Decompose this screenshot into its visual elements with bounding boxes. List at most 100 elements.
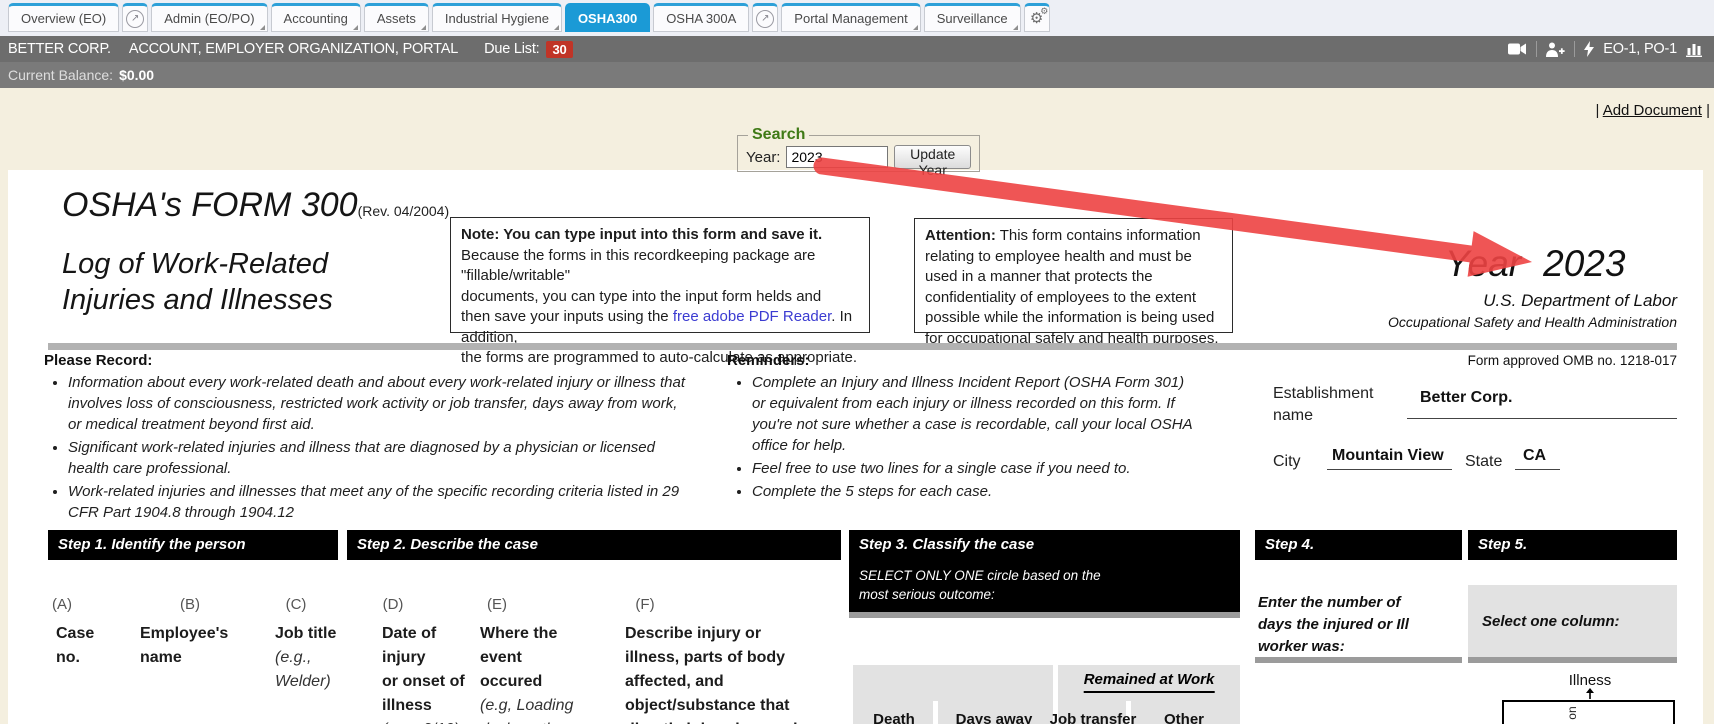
death-column-label: Death xyxy=(873,711,915,724)
col-line: object/substance that xyxy=(625,694,806,718)
dropdown-corner-icon xyxy=(260,25,265,30)
due-list-count-badge[interactable]: 30 xyxy=(546,41,572,58)
attention-title: Attention: xyxy=(925,227,996,244)
tab-accounting[interactable]: Accounting xyxy=(271,3,361,32)
step3-shadow xyxy=(849,612,1240,618)
col-hint: (e.g., 2/10) xyxy=(382,718,465,724)
add-person-icon[interactable] xyxy=(1546,42,1565,57)
dropdown-corner-icon xyxy=(421,25,426,30)
tab-assets[interactable]: Assets xyxy=(364,3,429,32)
step5-instructions: Select one column: xyxy=(1482,613,1620,630)
top-tab-bar: Overview (EO) ↗ Admin (EO/PO) Accounting… xyxy=(0,0,1714,36)
step1-header: Step 1. Identify the person xyxy=(48,530,338,560)
tab-industrial-hygiene[interactable]: Industrial Hygiene xyxy=(432,3,562,32)
tab-osha300-active[interactable]: OSHA300 xyxy=(565,3,650,32)
tab-osha300a[interactable]: OSHA 300A xyxy=(653,3,749,32)
attention-box: Attention: This form contains informatio… xyxy=(914,218,1233,333)
step3-subtext-line2: most serious outcome: xyxy=(859,585,1240,604)
step4-instructions-line1: Enter the number of xyxy=(1258,592,1409,614)
column-header-describe-injury: Describe injury or illness, parts of bod… xyxy=(625,622,806,724)
search-row: Year: Update Year xyxy=(746,145,971,169)
step5-shadow xyxy=(1468,657,1677,663)
city-value[interactable]: Mountain View xyxy=(1332,447,1444,465)
note-title: Note: You can type input into this form … xyxy=(461,225,859,246)
attention-body: This form contains information relating … xyxy=(925,227,1219,347)
due-list-label: Due List: xyxy=(484,41,539,57)
col-line: Case xyxy=(56,622,94,646)
note-box: Note: You can type input into this form … xyxy=(450,217,870,333)
form-year-heading: Year2023 xyxy=(1445,243,1625,285)
department-of-labor: U.S. Department of Labor xyxy=(1483,291,1677,311)
col-line: Where the xyxy=(480,622,573,646)
bar-chart-icon[interactable] xyxy=(1686,41,1704,57)
col-line: or onset of xyxy=(382,670,465,694)
col-hint: dock north xyxy=(480,718,573,724)
pdf-reader-link[interactable]: free adobe PDF Reader xyxy=(673,308,831,325)
lightning-icon[interactable] xyxy=(1584,41,1594,57)
tab-osha300a-popout-button[interactable]: ↗ xyxy=(752,3,778,32)
column-header-where-event-occured: Where the event occured (e.g, Loading do… xyxy=(480,622,573,724)
col-line: Employee's xyxy=(140,622,228,646)
add-document-bar: | Add Document | xyxy=(1595,102,1710,119)
tab-surveillance[interactable]: Surveillance xyxy=(924,3,1021,32)
column-letter-f: (F) xyxy=(635,596,654,613)
tab-overview-eo[interactable]: Overview (EO) xyxy=(8,3,119,32)
pipe: | xyxy=(1595,102,1599,119)
tab-label: Overview (EO) xyxy=(21,11,106,26)
divider xyxy=(1536,41,1537,57)
section-divider xyxy=(48,343,1677,350)
column-letter-d: (D) xyxy=(383,596,404,613)
year-word: Year xyxy=(1445,243,1521,284)
col-hint: (e.g., xyxy=(275,646,336,670)
col-line: injury xyxy=(382,646,465,670)
step5-select-box: Select one column: xyxy=(1468,585,1677,660)
org-bar-actions: EO-1, PO-1 xyxy=(1508,41,1706,57)
year-input[interactable] xyxy=(786,146,888,168)
gears-icon: ⚙⚙ xyxy=(1030,11,1043,26)
balance-value: $0.00 xyxy=(119,67,154,83)
form-subtitle-line2: Injuries and Illnesses xyxy=(62,282,333,318)
reminders-bullet: Feel free to use two lines for a single … xyxy=(752,458,1200,479)
column-header-employee-name: Employee's name xyxy=(140,622,228,670)
step4-instructions-line2: days the injured or Ill xyxy=(1258,614,1409,636)
please-record-bullet: Information about every work-related dea… xyxy=(68,372,693,435)
note-line-text: then save your inputs using the xyxy=(461,308,673,325)
osha-administration: Occupational Safety and Health Administr… xyxy=(1388,314,1677,330)
org-context: ACCOUNT, EMPLOYER ORGANIZATION, PORTAL xyxy=(129,41,458,57)
tab-label: Admin (EO/PO) xyxy=(164,11,254,26)
city-underline xyxy=(1327,469,1452,470)
update-year-button[interactable]: Update Year xyxy=(894,145,971,169)
col-line: name xyxy=(140,646,228,670)
step5-header: Step 5. xyxy=(1468,530,1677,560)
omb-approval: Form approved OMB no. 1218-017 xyxy=(1468,353,1677,368)
add-document-link[interactable]: Add Document xyxy=(1603,102,1702,119)
tab-admin-eopo[interactable]: Admin (EO/PO) xyxy=(151,3,267,32)
video-camera-icon[interactable] xyxy=(1508,42,1527,56)
tab-portal-management[interactable]: Portal Management xyxy=(781,3,920,32)
tab-overview-popout-button[interactable]: ↗ xyxy=(122,3,148,32)
col-line: Job title xyxy=(275,622,336,646)
column-letter-b: (B) xyxy=(180,596,200,613)
please-record-title: Please Record: xyxy=(44,352,152,369)
col-line: occured xyxy=(480,670,573,694)
establishment-value[interactable]: Better Corp. xyxy=(1420,389,1512,407)
other-column-label: Other xyxy=(1164,711,1204,724)
settings-gears-button[interactable]: ⚙⚙ xyxy=(1024,3,1050,32)
please-record-bullet: Work-related injuries and illnesses that… xyxy=(68,481,693,523)
osha300-page: Overview (EO) ↗ Admin (EO/PO) Accounting… xyxy=(0,0,1714,724)
dropdown-corner-icon xyxy=(913,25,918,30)
step3-subtext: SELECT ONLY ONE circle based on the most… xyxy=(859,566,1240,604)
entity-codes: EO-1, PO-1 xyxy=(1603,41,1677,57)
col-line: illness, parts of body xyxy=(625,646,806,670)
establishment-underline xyxy=(1407,418,1677,419)
please-record-bullet: Significant work-related injuries and il… xyxy=(68,437,693,479)
state-value[interactable]: CA xyxy=(1523,447,1546,465)
step3-title: Step 3. Classify the case xyxy=(859,530,1240,560)
illness-columns-box xyxy=(1502,700,1675,724)
illness-rotated-header-fragment: on xyxy=(1565,699,1579,724)
col-line: Describe injury or xyxy=(625,622,806,646)
tab-label: OSHA300 xyxy=(578,11,637,26)
column-letter-a: (A) xyxy=(52,596,72,613)
remained-at-work-label: Remained at Work xyxy=(1084,671,1215,693)
pipe: | xyxy=(1706,102,1710,119)
